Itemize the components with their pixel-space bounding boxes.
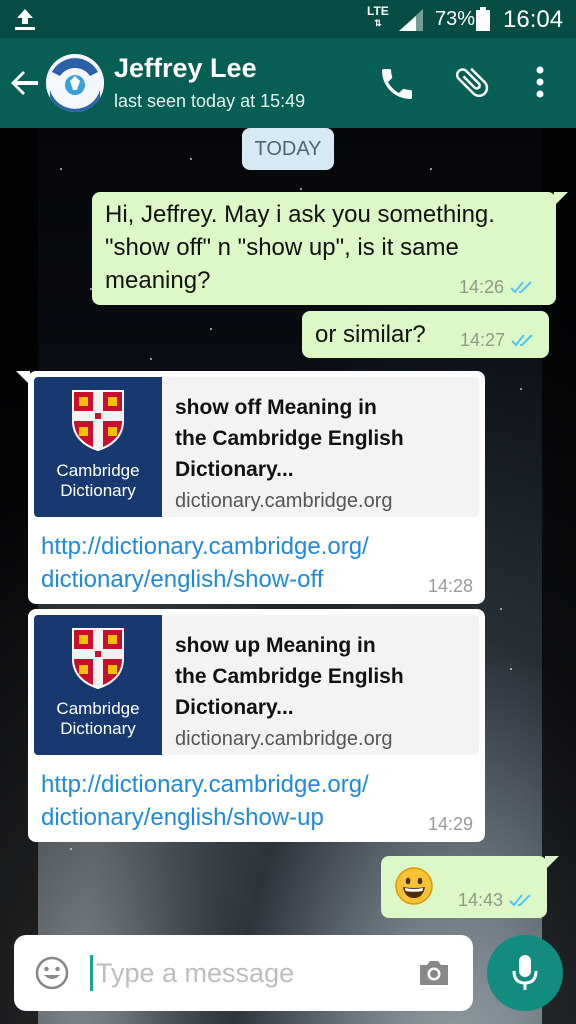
battery-icon [476,7,490,31]
message-text: or similar? [315,321,426,348]
message-meta: 14:28 [428,576,473,596]
grinning-face-emoji-icon [395,867,433,905]
incoming-link-message[interactable]: Cambridge Dictionary show off Meaning in… [16,371,485,604]
star [300,188,302,190]
thumbnail-brand-line: Dictionary [60,481,136,500]
link-preview-card[interactable]: Cambridge Dictionary show off Meaning in… [34,377,479,517]
star [70,848,72,850]
bubble-tail [545,856,559,870]
preview-title: show off Meaning in the Cambridge Englis… [175,392,465,485]
thumbnail-brand-line: Cambridge [56,699,140,718]
phone-icon[interactable] [377,64,417,104]
message-time: 14:27 [459,330,505,350]
star [150,358,152,360]
thumbnail-brand: Cambridge Dictionary [34,461,162,501]
message-input[interactable] [96,949,406,997]
preview-title-line: show off Meaning in [175,396,377,419]
preview-title-line: show up Meaning in [175,634,376,657]
preview-title-line: Dictionary... [175,458,294,481]
camera-icon[interactable] [416,955,452,991]
double-check-icon [509,894,531,907]
preview-thumbnail: Cambridge Dictionary [34,377,162,517]
preview-title-line: Dictionary... [175,696,294,719]
clock: 16:04 [503,6,564,33]
upload-icon [15,9,35,30]
star [500,608,502,610]
star [430,168,432,170]
message-meta: 14:26 [459,277,536,297]
message-time: 14:29 [427,814,473,834]
last-seen-status: last seen today at 15:49 [114,91,306,111]
avatar-logo-icon [46,54,104,112]
preview-title: show up Meaning in the Cambridge English… [175,630,465,723]
star [510,668,512,670]
emoji-icon[interactable] [34,955,70,991]
preview-title-line: the Cambridge English [175,665,404,688]
message-time: 14:28 [427,576,473,596]
voice-record-button[interactable] [487,935,563,1011]
bubble-tail [554,192,568,206]
status-bar: LTE ⇅ 73% 16:04 [0,0,576,38]
thumbnail-brand: Cambridge Dictionary [34,699,162,739]
chat-header: Jeffrey Lee last seen today at 15:49 [0,38,576,128]
incoming-link-message[interactable]: Cambridge Dictionary show up Meaning in … [28,609,485,842]
message-time: 14:43 [457,890,503,910]
battery-percent: 73% [435,8,476,30]
cambridge-shield-icon [72,390,124,451]
avatar[interactable] [46,54,104,112]
preview-title-line: the Cambridge English [175,427,404,450]
text-cursor [90,955,93,991]
message-link-line[interactable]: http://dictionary.cambridge.org/ [41,530,401,563]
message-composer [14,935,473,1011]
message-link[interactable]: http://dictionary.cambridge.org/ diction… [41,530,401,596]
more-vert-icon[interactable] [524,62,556,102]
paperclip-icon[interactable] [452,62,492,102]
date-divider: TODAY [242,128,334,170]
message-meta: 14:27 [460,330,537,350]
contact-name[interactable]: Jeffrey Lee [114,53,257,84]
outgoing-message[interactable]: Hi, Jeffrey. May i ask you something. "s… [92,192,568,305]
back-arrow-icon[interactable] [8,66,42,100]
thumbnail-brand-line: Cambridge [56,461,140,480]
link-preview-card[interactable]: Cambridge Dictionary show up Meaning in … [34,615,479,755]
preview-domain: dictionary.cambridge.org [175,728,393,750]
star [190,158,192,160]
message-link[interactable]: http://dictionary.cambridge.org/ diction… [41,768,401,834]
star [520,388,522,390]
thumbnail-brand-line: Dictionary [60,719,136,738]
message-meta: 14:43 [458,890,535,910]
cambridge-shield-icon [72,628,124,689]
message-link-line[interactable]: http://dictionary.cambridge.org/ [41,768,401,801]
outgoing-message[interactable]: or similar? 14:27 [302,311,549,358]
double-check-icon [510,281,532,294]
message-link-line[interactable]: dictionary/english/show-up [41,801,401,834]
microphone-icon [512,955,538,990]
bubble-tail [16,371,30,385]
message-link-line[interactable]: dictionary/english/show-off [41,563,401,596]
preview-thumbnail: Cambridge Dictionary [34,615,162,755]
message-meta: 14:29 [428,814,473,834]
star [210,328,212,330]
preview-domain: dictionary.cambridge.org [175,490,393,512]
signal-icon [399,9,423,31]
network-indicator: LTE ⇅ [367,4,389,28]
star [60,168,62,170]
message-time: 14:26 [458,277,504,297]
outgoing-message[interactable]: 14:43 [381,856,559,918]
double-check-icon [511,334,533,347]
